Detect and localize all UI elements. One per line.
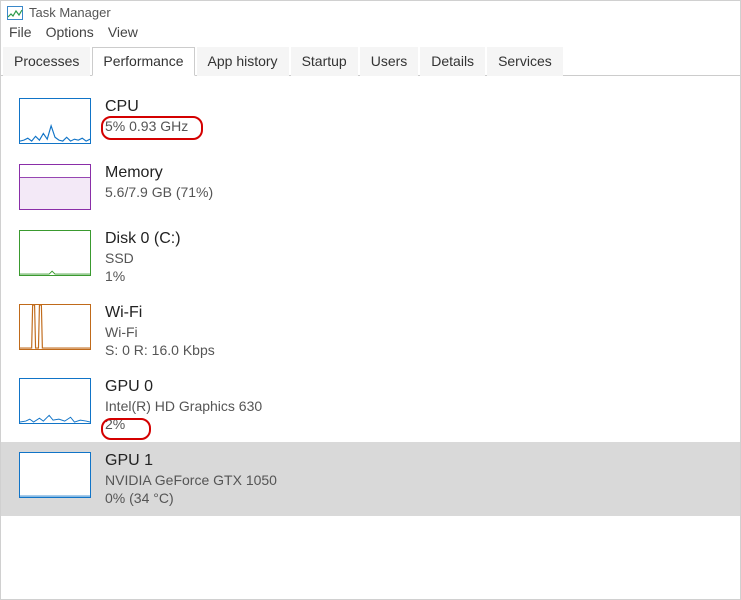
tab-processes[interactable]: Processes	[3, 47, 90, 76]
tab-performance[interactable]: Performance	[92, 47, 194, 76]
disk0-title: Disk 0 (C:)	[105, 230, 181, 248]
gpu0-name: Intel(R) HD Graphics 630	[105, 398, 262, 414]
gpu0-title: GPU 0	[105, 378, 262, 396]
tab-details[interactable]: Details	[420, 47, 485, 76]
tab-startup[interactable]: Startup	[291, 47, 358, 76]
wifi-adapter: Wi-Fi	[105, 324, 215, 340]
gpu1-title: GPU 1	[105, 452, 277, 470]
cpu-thumb	[19, 98, 91, 144]
cpu-info: CPU 5% 0.93 GHz	[105, 98, 188, 134]
wifi-title: Wi-Fi	[105, 304, 215, 322]
disk0-thumb	[19, 230, 91, 276]
disk0-pct: 1%	[105, 268, 181, 284]
tab-users[interactable]: Users	[360, 47, 419, 76]
gpu0-thumb	[19, 378, 91, 424]
disk0-info: Disk 0 (C:) SSD 1%	[105, 230, 181, 284]
perf-row-disk0[interactable]: Disk 0 (C:) SSD 1%	[1, 220, 740, 294]
gpu1-name: NVIDIA GeForce GTX 1050	[105, 472, 277, 488]
gpu1-pct: 0% (34 °C)	[105, 490, 277, 506]
cpu-title: CPU	[105, 98, 188, 116]
gpu0-pct: 2%	[105, 416, 262, 432]
performance-list: CPU 5% 0.93 GHz Memory 5.6/7.9 GB (71%)	[1, 76, 740, 586]
gpu1-info: GPU 1 NVIDIA GeForce GTX 1050 0% (34 °C)	[105, 452, 277, 506]
memory-title: Memory	[105, 164, 213, 182]
wifi-thumb	[19, 304, 91, 350]
perf-row-gpu0[interactable]: GPU 0 Intel(R) HD Graphics 630 2%	[1, 368, 740, 442]
wifi-rate: S: 0 R: 16.0 Kbps	[105, 342, 215, 358]
gpu0-info: GPU 0 Intel(R) HD Graphics 630 2%	[105, 378, 262, 432]
title-bar: Task Manager	[1, 1, 740, 22]
memory-info: Memory 5.6/7.9 GB (71%)	[105, 164, 213, 200]
tab-strip: Processes Performance App history Startu…	[1, 46, 740, 76]
menu-file[interactable]: File	[9, 24, 32, 40]
performance-panel: CPU 5% 0.93 GHz Memory 5.6/7.9 GB (71%)	[1, 76, 740, 586]
perf-row-wifi[interactable]: Wi-Fi Wi-Fi S: 0 R: 16.0 Kbps	[1, 294, 740, 368]
menu-options[interactable]: Options	[46, 24, 94, 40]
perf-row-gpu1[interactable]: GPU 1 NVIDIA GeForce GTX 1050 0% (34 °C)	[1, 442, 740, 516]
memory-thumb	[19, 164, 91, 210]
memory-stats: 5.6/7.9 GB (71%)	[105, 184, 213, 200]
disk0-type: SSD	[105, 250, 181, 266]
app-icon	[7, 6, 23, 20]
menu-view[interactable]: View	[108, 24, 138, 40]
wifi-info: Wi-Fi Wi-Fi S: 0 R: 16.0 Kbps	[105, 304, 215, 358]
menu-bar: File Options View	[1, 22, 740, 46]
gpu1-thumb	[19, 452, 91, 498]
tab-services[interactable]: Services	[487, 47, 563, 76]
window-title: Task Manager	[29, 5, 111, 20]
cpu-stats: 5% 0.93 GHz	[105, 118, 188, 134]
perf-row-memory[interactable]: Memory 5.6/7.9 GB (71%)	[1, 154, 740, 220]
tab-app-history[interactable]: App history	[197, 47, 289, 76]
perf-row-cpu[interactable]: CPU 5% 0.93 GHz	[1, 76, 740, 154]
